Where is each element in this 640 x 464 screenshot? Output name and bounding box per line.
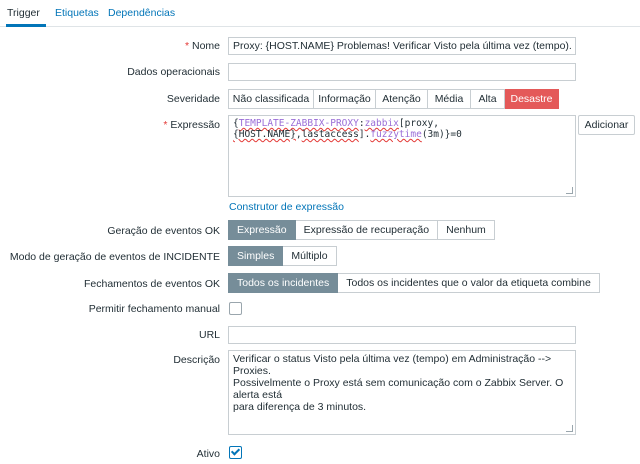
expression-builder-link[interactable]: Construtor de expressão <box>229 201 344 213</box>
opdata-label: Dados operacionais <box>127 66 220 78</box>
name-input[interactable]: Proxy: {HOST.NAME} Problemas! Verificar … <box>228 37 576 55</box>
description-line: Possivelmente o Proxy está sem comunicaç… <box>233 377 564 401</box>
tab-dependencies[interactable]: Dependências <box>108 7 175 19</box>
description-textarea[interactable]: Verificar o status Visto pela última vez… <box>228 350 576 435</box>
url-label: URL <box>198 329 220 341</box>
ok-close-tag-match[interactable]: Todos os incidentes que o valor da etiqu… <box>338 273 600 293</box>
checkmark-icon <box>230 446 241 456</box>
event-generation-recovery-expression[interactable]: Expressão de recuperação <box>295 220 439 240</box>
name-label: * Nome <box>184 40 220 52</box>
expression-label: * Expressão <box>163 119 220 131</box>
severity-disaster[interactable]: Desastre <box>505 89 559 109</box>
expression-textarea[interactable]: {TEMPLATE-ZABBIX-PROXY:zabbix[proxy, {HO… <box>228 115 576 197</box>
resize-handle[interactable] <box>566 187 573 194</box>
opdata-input[interactable] <box>228 63 576 81</box>
severity-label: Severidade <box>166 93 220 105</box>
expression-text: {TEMPLATE-ZABBIX-PROXY:zabbix[proxy, {HO… <box>233 118 462 140</box>
tab-tags[interactable]: Etiquetas <box>55 7 99 19</box>
url-input[interactable] <box>228 326 576 344</box>
event-generation-none[interactable]: Nenhum <box>438 220 495 240</box>
active-tab-indicator <box>6 24 46 27</box>
event-generation-label: Geração de eventos OK <box>107 225 220 237</box>
severity-average[interactable]: Média <box>428 89 471 109</box>
problem-mode-toggle: Simples Múltiplo <box>228 246 337 266</box>
tab-trigger[interactable]: Trigger <box>7 7 40 19</box>
severity-information[interactable]: Informação <box>314 89 376 109</box>
ok-close-all-problems[interactable]: Todos os incidentes <box>228 273 339 293</box>
description-line: para diferença de 3 minutos. <box>233 401 367 413</box>
severity-warning[interactable]: Atenção <box>376 89 428 109</box>
problem-mode-label: Modo de geração de eventos de INCIDENTE <box>9 251 220 263</box>
problem-mode-multiple[interactable]: Múltiplo <box>283 246 337 266</box>
resize-handle[interactable] <box>566 425 573 432</box>
ok-close-label: Fechamentos de eventos OK <box>84 278 220 290</box>
manual-close-label: Permitir fechamento manual <box>88 303 220 315</box>
ok-close-toggle: Todos os incidentes Todos os incidentes … <box>228 273 600 293</box>
event-generation-expression[interactable]: Expressão <box>228 220 296 240</box>
event-generation-toggle: Expressão Expressão de recuperação Nenhu… <box>228 220 495 240</box>
description-label: Descrição <box>173 354 220 366</box>
enabled-checkbox[interactable] <box>229 446 242 459</box>
enabled-label: Ativo <box>196 448 220 460</box>
problem-mode-single[interactable]: Simples <box>228 246 284 266</box>
required-mark: * <box>163 119 168 131</box>
tab-bar: Trigger Etiquetas Dependências <box>0 0 640 27</box>
severity-high[interactable]: Alta <box>471 89 505 109</box>
manual-close-checkbox[interactable] <box>229 302 242 315</box>
severity-not-classified[interactable]: Não classificada <box>228 89 314 109</box>
add-expression-button[interactable]: Adicionar <box>578 115 635 135</box>
description-line: Verificar o status Visto pela última vez… <box>233 353 552 377</box>
required-mark: * <box>184 40 190 52</box>
